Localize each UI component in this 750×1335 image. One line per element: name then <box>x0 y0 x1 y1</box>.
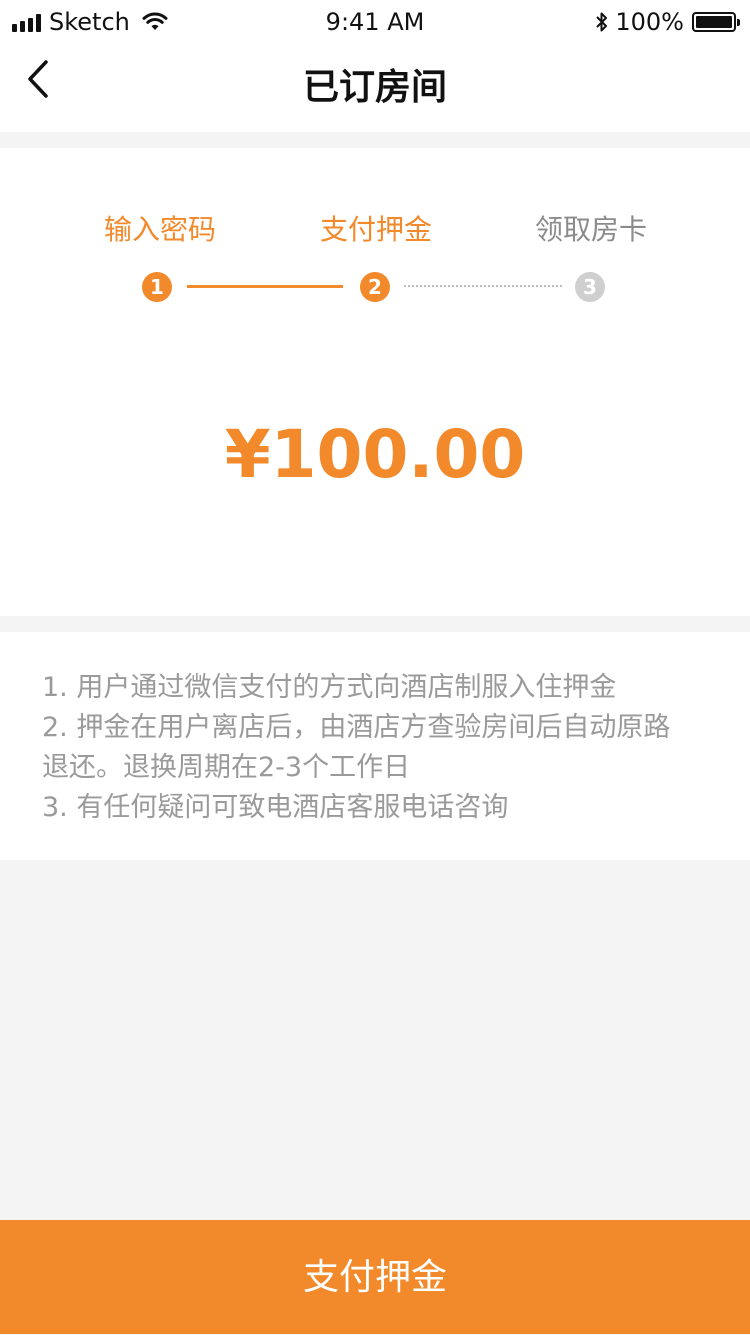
deposit-notes: 1. 用户通过微信支付的方式向酒店制服入住押金 2. 押金在用户离店后，由酒店方… <box>42 668 702 828</box>
note-line-4: 3. 有任何疑问可致电酒店客服电话咨询 <box>42 792 509 823</box>
deposit-amount: ¥100.00 <box>224 416 526 493</box>
step-label-1: 输入密码 <box>103 213 216 246</box>
bluetooth-icon <box>596 12 608 32</box>
step-label-2: 支付押金 <box>319 213 432 246</box>
step-indicator-1: 1 <box>142 272 172 302</box>
status-right: 100% <box>595 8 740 36</box>
deposit-steps-card: 输入密码 支付押金 领取房卡 1 2 3 ¥100.00 <box>0 148 750 616</box>
nav-bar: 已订房间 <box>0 40 750 132</box>
page-title: 已订房间 <box>302 67 447 108</box>
step-label-3: 领取房卡 <box>534 213 647 246</box>
battery-percent: 100% <box>615 8 684 36</box>
step-indicator-2: 2 <box>360 272 390 302</box>
step-indicator-3: 3 <box>575 272 605 302</box>
step-connector-completed <box>187 285 343 288</box>
note-line-2: 2. 押金在用户离店后，由酒店方查验房间后自动原路 <box>42 712 671 743</box>
pay-deposit-button[interactable]: 支付押金 <box>0 1220 750 1334</box>
battery-icon <box>692 12 740 32</box>
note-line-3: 退还。退换周期在2-3个工作日 <box>42 752 411 783</box>
deposit-notes-card: 1. 用户通过微信支付的方式向酒店制服入住押金 2. 押金在用户离店后，由酒店方… <box>0 632 750 860</box>
note-line-1: 1. 用户通过微信支付的方式向酒店制服入住押金 <box>42 672 617 703</box>
step-connector-pending <box>404 285 562 287</box>
status-bar: Sketch 9:41 AM 100% <box>0 0 750 40</box>
